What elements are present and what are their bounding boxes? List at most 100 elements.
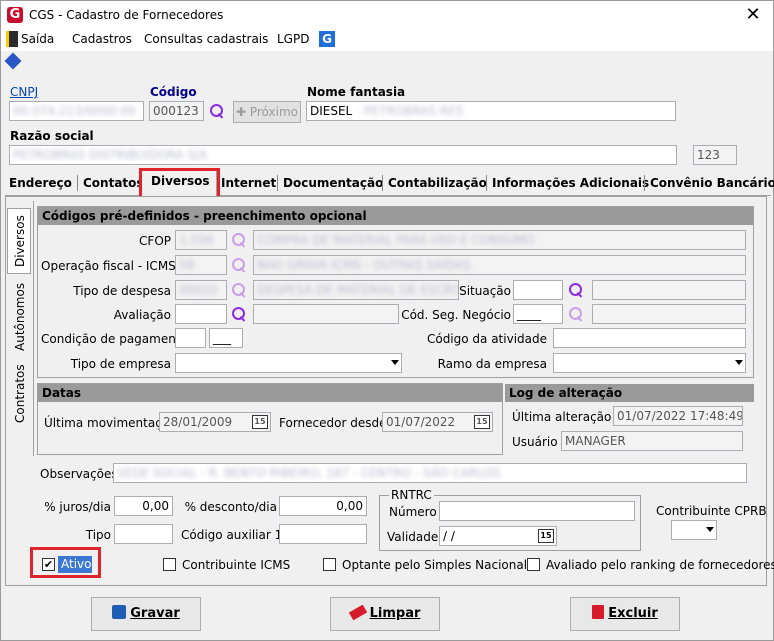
toolbar-diamond-icon[interactable] [4, 52, 22, 70]
condicao-pagamento-label: Condição de pagamento [41, 332, 188, 346]
chevron-down-icon [706, 527, 714, 532]
proximo-button[interactable]: ✚ Próximo [233, 101, 301, 123]
tipo-despesa-code-field[interactable]: 00020 [175, 280, 227, 300]
codigo-atividade-field[interactable] [553, 328, 746, 348]
menu-cadastros[interactable]: Cadastros [72, 32, 132, 46]
close-button[interactable]: ✕ [739, 4, 767, 26]
cnpj-link[interactable]: CNPJ [10, 85, 38, 99]
main-window: G CGS - Cadastro de Fornecedores ✕ Saída… [0, 0, 774, 641]
cnpj-field[interactable]: 00.074.213/0000-00 [9, 101, 144, 121]
menu-consultas[interactable]: Consultas cadastrais [144, 32, 268, 46]
tipo-empresa-select[interactable] [175, 353, 402, 373]
cfop-desc-field: COMPRA DE MATERIAL PARA USO E CONSUMO [253, 230, 746, 250]
condicao-pagamento-field[interactable] [175, 328, 206, 348]
avaliacao-label: Avaliação [113, 308, 171, 322]
tab-endereco[interactable]: Endereço [5, 171, 76, 195]
cfop-code-field[interactable]: 1.556 [175, 230, 227, 250]
ramo-empresa-select[interactable] [553, 353, 746, 373]
rntrc-validade-label: Validade [387, 530, 439, 544]
usuario-field: MANAGER [561, 431, 743, 451]
codigo-atividade-label: Código da atividade [426, 332, 547, 346]
contribuinte-cprb-select[interactable] [671, 520, 717, 540]
contribuinte-icms-label: Contribuinte ICMS [182, 558, 291, 572]
tab-informacoes-adicionais[interactable]: Informações Adicionais [488, 171, 653, 195]
codigo-field[interactable]: 000123 [149, 101, 204, 121]
situacao-desc-field [592, 280, 746, 300]
ultima-alteracao-label: Última alteração [512, 410, 612, 424]
menu-lgpd[interactable]: LGPD [277, 32, 309, 46]
tab-internet[interactable]: Internet [217, 171, 280, 195]
search-despesa-icon[interactable] [232, 283, 246, 297]
lgpd-logo-icon[interactable]: G [319, 31, 335, 47]
side-tab-contratos[interactable]: Contratos [9, 361, 31, 427]
ultima-movimentacao-field[interactable]: 28/01/2009 15 [159, 412, 271, 432]
window-title: CGS - Cadastro de Fornecedores [29, 8, 224, 22]
fornecedor-desde-label: Fornecedor desde [279, 416, 387, 430]
calendar-icon[interactable]: 15 [538, 529, 554, 543]
razao-code-field[interactable]: 123 [693, 145, 737, 165]
cod-seg-negocio-desc-field [592, 304, 746, 324]
search-cfop-icon[interactable] [232, 233, 246, 247]
tab-separator [644, 175, 645, 191]
razao-social-label: Razão social [10, 129, 94, 143]
tab-contabilizacao[interactable]: Contabilização [384, 171, 491, 195]
operacao-fiscal-code-field[interactable]: 58 [175, 255, 227, 275]
codigo-auxiliar-field[interactable] [279, 524, 367, 544]
side-tab-autonomos[interactable]: Autônomos [9, 281, 31, 353]
tipo-despesa-label: Tipo de despesa [73, 284, 171, 298]
simples-nacional-checkbox[interactable] [323, 558, 336, 571]
tipo-empresa-label: Tipo de empresa [70, 357, 171, 371]
contribuinte-icms-checkbox[interactable] [163, 558, 176, 571]
ranking-label: Avaliado pelo ranking de fornecedores [546, 558, 774, 572]
desconto-dia-field[interactable]: 0,00 [279, 496, 367, 516]
trash-icon [592, 605, 605, 619]
chevron-down-icon [735, 360, 743, 365]
condicao-pagamento-desc-field[interactable]: ___ [209, 328, 243, 348]
usuario-label: Usuário [512, 435, 558, 449]
tab-convenio-bancario[interactable]: Convênio Bancário [646, 171, 774, 195]
tab-documentacao[interactable]: Documentação [279, 171, 387, 195]
excluir-button[interactable]: Excluir [570, 597, 680, 631]
ranking-checkbox[interactable] [527, 558, 540, 571]
side-tab-diversos[interactable]: Diversos [9, 208, 31, 274]
rntrc-validade-field[interactable]: / /15 [439, 526, 557, 546]
calendar-icon[interactable]: 15 [252, 415, 268, 429]
codigos-section-header: Códigos pré-definidos - preenchimento op… [38, 207, 753, 225]
side-tab-divider [33, 201, 34, 456]
situacao-field[interactable] [513, 280, 563, 300]
exit-door-icon[interactable] [6, 31, 18, 47]
rntrc-numero-field[interactable] [439, 501, 635, 521]
search-codseg-icon[interactable] [569, 307, 583, 321]
tipo-field[interactable] [114, 524, 173, 544]
observacoes-field[interactable]: SEDE SOCIAL - R. BENTO RIBEIRO, 187 - CE… [113, 463, 747, 483]
gravar-button[interactable]: Gravar [91, 597, 201, 631]
search-situacao-icon[interactable] [569, 283, 583, 297]
search-avaliacao-icon[interactable] [232, 307, 246, 321]
observacoes-label: Observações [40, 467, 118, 481]
cod-seg-negocio-label: Cód. Seg. Negócio [401, 308, 511, 322]
nome-fantasia-field[interactable]: DIESEL - PETROBRAS RES [306, 101, 676, 121]
ultima-movimentacao-label: Última movimentação [44, 416, 177, 430]
avaliacao-field[interactable] [175, 304, 227, 324]
limpar-button[interactable]: Limpar [330, 597, 440, 631]
tipo-label: Tipo [85, 528, 111, 542]
razao-social-field[interactable]: PETROBRAS DISTRIBUIDORA S/A [9, 145, 677, 165]
juros-dia-field[interactable]: 0,00 [114, 496, 173, 516]
fornecedor-desde-field[interactable]: 01/07/2022 15 [382, 412, 493, 432]
codigo-label: Código [150, 85, 197, 99]
situacao-label: Situação [459, 284, 511, 298]
highlight-ativo [30, 547, 101, 578]
search-codigo-icon[interactable] [210, 104, 224, 118]
tab-separator [486, 175, 487, 191]
tab-contatos[interactable]: Contatos [79, 171, 148, 195]
calendar-icon[interactable]: 15 [474, 415, 490, 429]
desconto-dia-label: % desconto/dia [184, 500, 277, 514]
search-operacao-icon[interactable] [232, 258, 246, 272]
menu-saida[interactable]: Saída [21, 32, 54, 46]
log-section-header: Log de alteração [505, 384, 754, 402]
operacao-fiscal-desc-field: NAO GRAVA ICMS - OUTRAS SAÍDAS [253, 255, 746, 275]
cod-seg-negocio-field[interactable]: ____ [513, 304, 563, 324]
avaliacao-desc-field [253, 304, 399, 324]
tab-separator [382, 175, 383, 191]
plus-icon: ✚ [235, 105, 250, 119]
